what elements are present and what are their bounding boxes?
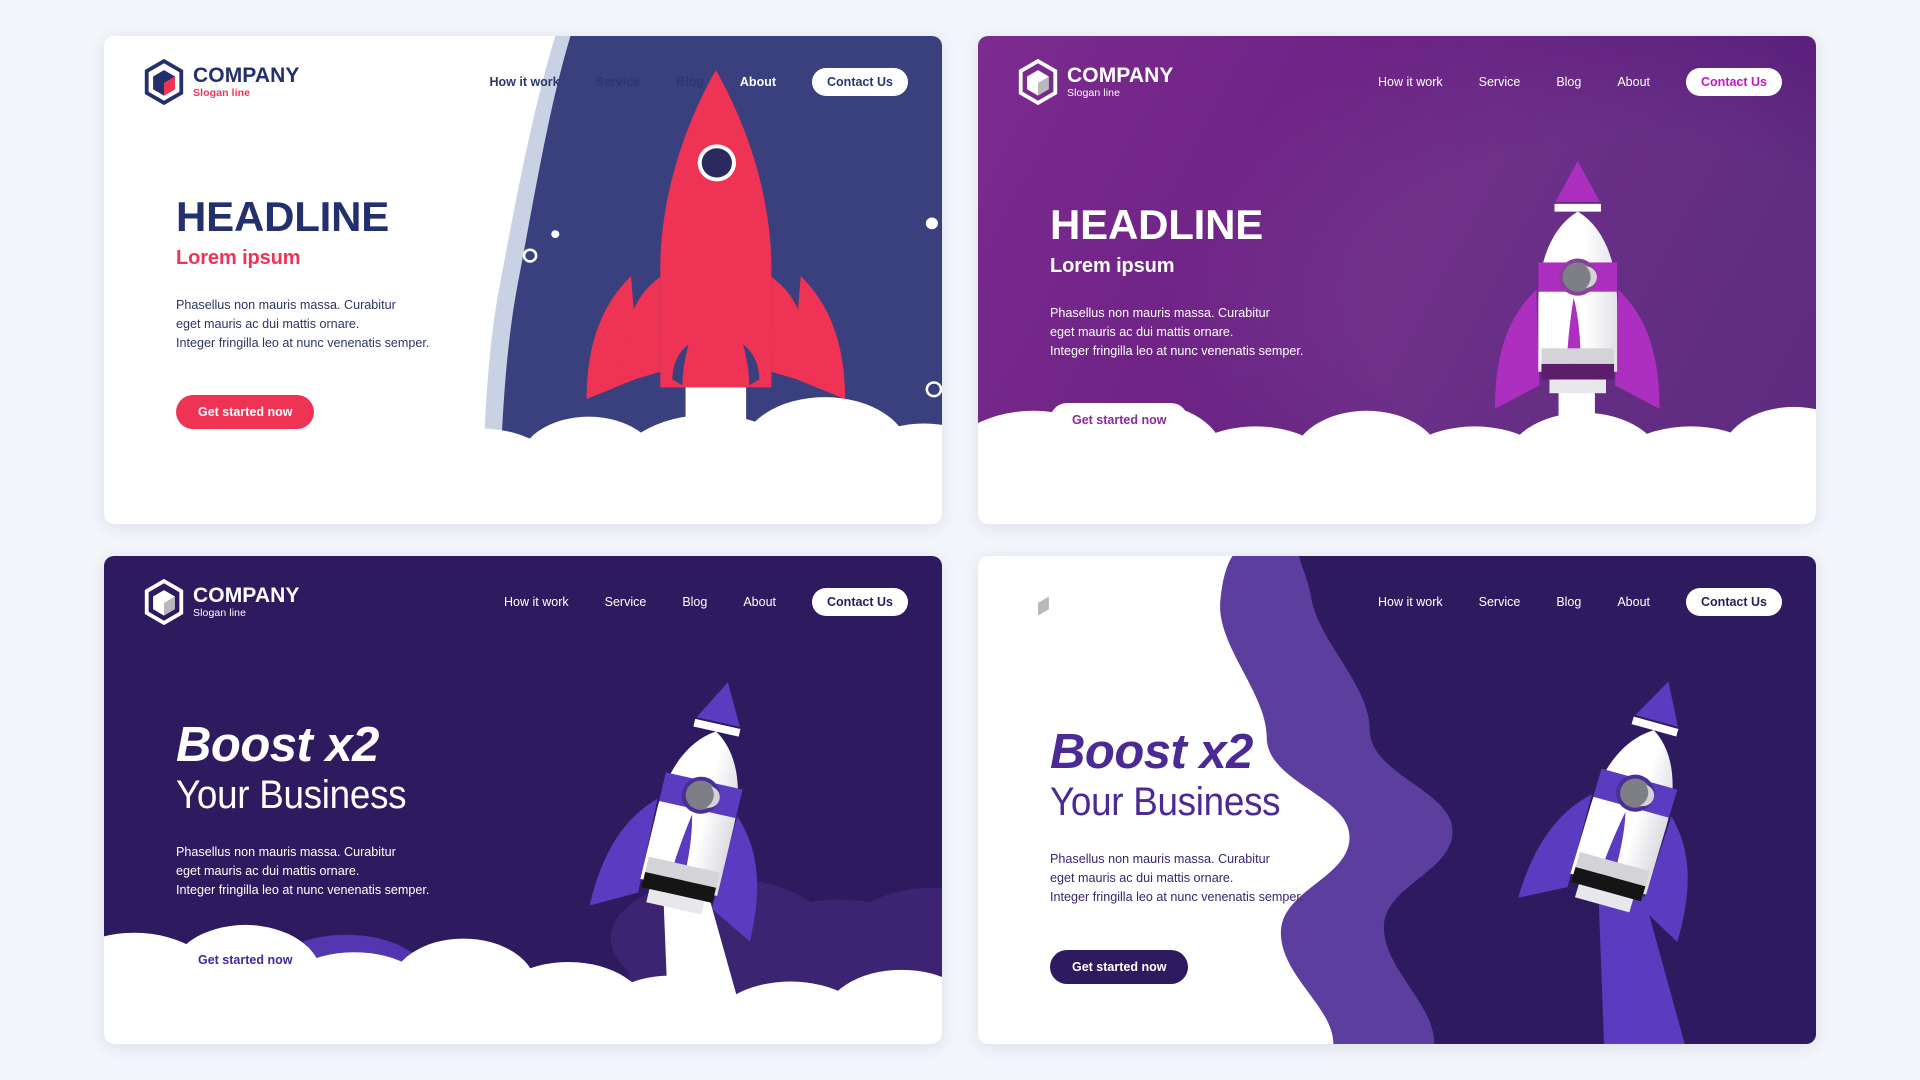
hero-content-card3: Boost x2 Your Business Phasellus non mau… — [176, 721, 429, 977]
hero-content-card1: HEADLINE Lorem ipsum Phasellus non mauri… — [176, 193, 430, 430]
hexagon-logo-icon — [144, 579, 184, 625]
get-started-button[interactable]: Get started now — [1050, 949, 1189, 984]
nav-link-service[interactable]: Service — [596, 75, 640, 89]
hero-content-card4: Boost x2 Your Business Phasellus non mau… — [1050, 728, 1303, 984]
hexagon-logo-icon — [1018, 59, 1058, 105]
nav-link-how-it-work[interactable]: How it work — [1378, 75, 1443, 89]
nav-contact-us-button[interactable]: Contact Us — [1686, 588, 1782, 616]
nav-link-service[interactable]: Service — [605, 595, 647, 609]
nav-link-how-it-work[interactable]: How it work — [1378, 595, 1443, 609]
hero-body-copy: Phasellus non mauris massa. Curabitur eg… — [176, 298, 430, 351]
nav-links-card2: How it work Service Blog About Contact U… — [1378, 68, 1782, 96]
landing-card-dark-indigo: COMPANY Slogan line How it work Service … — [104, 556, 942, 1044]
landing-page-template-grid: COMPANY Slogan line How it work Service … — [0, 0, 1920, 1080]
landing-card-purple-gradient: COMPANY Slogan line How it work Service … — [978, 36, 1816, 524]
brand-slogan: Slogan line — [193, 87, 251, 100]
hero-boost-line1: Boost x2 — [1050, 725, 1253, 779]
nav-contact-us-button[interactable]: Contact Us — [812, 68, 908, 96]
brand-logo-card3[interactable]: COMPANY Slogan line — [144, 579, 299, 625]
hero-boost-line1: Boost x2 — [176, 718, 379, 772]
nav-links-card1: How it work Service Blog About Contact U… — [489, 68, 908, 96]
nav-link-blog[interactable]: Blog — [1556, 75, 1581, 89]
navbar-card2: COMPANY Slogan line How it work Service … — [978, 36, 1816, 128]
nav-link-about[interactable]: About — [1617, 595, 1650, 609]
brand-name: COMPANY — [193, 584, 300, 608]
nav-link-how-it-work[interactable]: How it work — [489, 75, 559, 89]
nav-contact-us-button[interactable]: Contact Us — [812, 588, 908, 616]
landing-card-white-purple-wave: COMPANY Slogan line How it work Service … — [978, 556, 1816, 1044]
brand-slogan: Slogan line — [1067, 607, 1121, 620]
hexagon-logo-icon — [144, 59, 184, 105]
hero-subheadline: Lorem ipsum — [1050, 255, 1175, 277]
nav-link-blog[interactable]: Blog — [676, 75, 704, 89]
navbar-card1: COMPANY Slogan line How it work Service … — [104, 36, 942, 128]
nav-links-card4: How it work Service Blog About Contact U… — [1378, 588, 1782, 616]
hero-boost-line2: Your Business — [176, 773, 407, 817]
nav-link-blog[interactable]: Blog — [1556, 595, 1581, 609]
nav-link-service[interactable]: Service — [1479, 75, 1521, 89]
navbar-card3: COMPANY Slogan line How it work Service … — [104, 556, 942, 648]
hero-body-copy: Phasellus non mauris massa. Curabitur eg… — [176, 845, 430, 898]
landing-card-white-navy: COMPANY Slogan line How it work Service … — [104, 36, 942, 524]
navbar-card4: COMPANY Slogan line How it work Service … — [978, 556, 1816, 648]
nav-link-about[interactable]: About — [743, 595, 776, 609]
brand-logo-card4[interactable]: COMPANY Slogan line — [1018, 579, 1173, 625]
hero-headline: HEADLINE — [1050, 201, 1264, 248]
brand-name: COMPANY — [193, 64, 300, 88]
hero-headline: HEADLINE — [176, 193, 390, 240]
get-started-button[interactable]: Get started now — [176, 942, 315, 977]
nav-links-card3: How it work Service Blog About Contact U… — [504, 588, 908, 616]
hero-body-copy: Phasellus non mauris massa. Curabitur eg… — [1050, 852, 1304, 905]
get-started-button[interactable]: Get started now — [1050, 403, 1189, 438]
hexagon-logo-icon — [1018, 579, 1058, 625]
brand-slogan: Slogan line — [193, 607, 247, 620]
brand-logo-card2[interactable]: COMPANY Slogan line — [1018, 59, 1173, 105]
brand-name: COMPANY — [1067, 64, 1174, 88]
nav-link-service[interactable]: Service — [1479, 595, 1521, 609]
nav-link-about[interactable]: About — [1617, 75, 1650, 89]
hero-subheadline: Lorem ipsum — [176, 247, 301, 269]
hero-boost-line2: Your Business — [1050, 780, 1281, 824]
nav-link-blog[interactable]: Blog — [682, 595, 707, 609]
get-started-button[interactable]: Get started now — [176, 395, 315, 430]
nav-link-how-it-work[interactable]: How it work — [504, 595, 569, 609]
nav-contact-us-button[interactable]: Contact Us — [1686, 68, 1782, 96]
brand-slogan: Slogan line — [1067, 87, 1121, 100]
brand-logo-card1[interactable]: COMPANY Slogan line — [144, 59, 299, 105]
nav-link-about[interactable]: About — [740, 75, 776, 89]
brand-name: COMPANY — [1067, 584, 1174, 608]
hero-content-card2: HEADLINE Lorem ipsum Phasellus non mauri… — [1050, 201, 1304, 438]
hero-body-copy: Phasellus non mauris massa. Curabitur eg… — [1050, 306, 1304, 359]
